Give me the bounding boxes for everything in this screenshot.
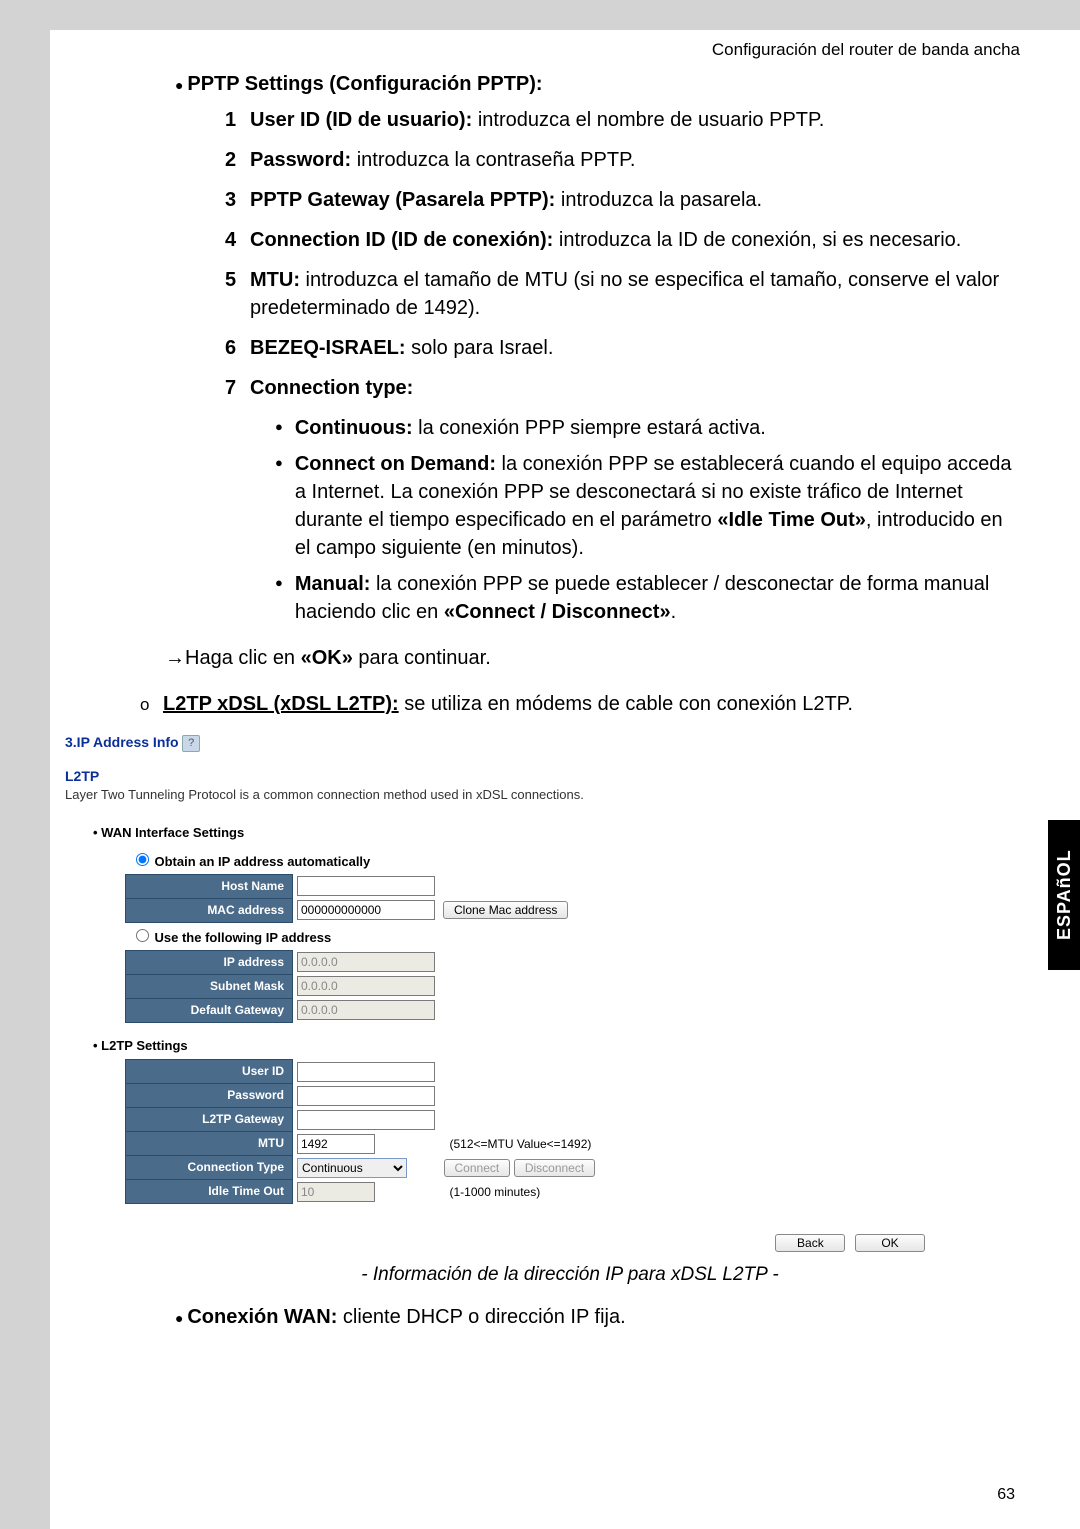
radio-manual-ip[interactable] <box>136 929 149 942</box>
conntype-select[interactable]: Continuous <box>297 1158 407 1178</box>
disconnect-button[interactable]: Disconnect <box>514 1159 595 1177</box>
idle-label: Idle Time Out <box>126 1180 293 1204</box>
item-1-text: introduzca el nombre de usuario PPTP. <box>472 109 824 131</box>
userid-input[interactable] <box>297 1062 435 1082</box>
host-name-input[interactable] <box>297 876 435 896</box>
l2tp-settings-header: L2TP Settings <box>93 1037 935 1055</box>
ok-button[interactable]: OK <box>855 1234 925 1252</box>
l2tp-heading-text: se utiliza en módems de cable con conexi… <box>399 693 853 715</box>
l2tp-gw-input[interactable] <box>297 1110 435 1130</box>
language-tab: ESPAñOL <box>1048 820 1080 970</box>
sub-demand-label: Connect on Demand: <box>295 453 496 475</box>
num-7: 7 <box>225 374 250 402</box>
mtu-label: MTU <box>126 1132 293 1156</box>
sub-demand-bold: «Idle Time Out» <box>717 509 866 531</box>
sub-continuous-label: Continuous: <box>295 417 413 439</box>
wan-conn-text: cliente DHCP o dirección IP fija. <box>337 1306 625 1328</box>
item-5-text: introduzca el tamaño de MTU (si no se es… <box>250 269 999 319</box>
gateway-label: Default Gateway <box>126 998 293 1022</box>
page-number: 63 <box>997 1486 1015 1504</box>
sub-continuous-text: la conexión PPP siempre estará activa. <box>413 417 766 439</box>
gateway-input <box>297 1000 435 1020</box>
l2tp-desc: Layer Two Tunneling Protocol is a common… <box>65 786 935 804</box>
item-7-label: Connection type: <box>250 377 413 399</box>
radio-auto-ip[interactable] <box>136 853 149 866</box>
conntype-label: Connection Type <box>126 1156 293 1180</box>
radio-auto-label: Obtain an IP address automatically <box>155 854 371 869</box>
num-6: 6 <box>225 334 250 362</box>
item-6-text: solo para Israel. <box>406 337 554 359</box>
num-2: 2 <box>225 146 250 174</box>
l2tp-gw-label: L2TP Gateway <box>126 1108 293 1132</box>
item-4-label: Connection ID (ID de conexión): <box>250 229 553 251</box>
pptp-title: PPTP Settings (Configuración PPTP): <box>187 73 542 95</box>
arrow-post: para continuar. <box>353 647 491 669</box>
help-icon[interactable]: ? <box>182 735 200 752</box>
l2tp-label: L2TP <box>65 767 935 787</box>
page-header: Configuración del router de banda ancha <box>60 40 1020 60</box>
item-1-label: User ID (ID de usuario): <box>250 109 472 131</box>
sub-manual-label: Manual: <box>295 573 371 595</box>
ip-label: IP address <box>126 950 293 974</box>
host-name-label: Host Name <box>126 874 293 898</box>
item-6-label: BEZEQ-ISRAEL: <box>250 337 406 359</box>
sub-manual-text2: . <box>671 601 677 623</box>
num-4: 4 <box>225 226 250 254</box>
o-marker: o <box>140 695 149 714</box>
connect-button[interactable]: Connect <box>444 1159 511 1177</box>
item-5-label: MTU: <box>250 269 300 291</box>
mac-label: MAC address <box>126 898 293 922</box>
item-4-text: introduzca la ID de conexión, si es nece… <box>553 229 961 251</box>
subnet-label: Subnet Mask <box>126 974 293 998</box>
wan-settings-header: WAN Interface Settings <box>93 824 935 842</box>
back-button[interactable]: Back <box>775 1234 845 1252</box>
num-5: 5 <box>225 266 250 322</box>
l2tp-heading: L2TP xDSL (xDSL L2TP): <box>163 693 399 715</box>
idle-hint: (1-1000 minutes) <box>450 1185 541 1199</box>
password-input[interactable] <box>297 1086 435 1106</box>
item-3-label: PPTP Gateway (Pasarela PPTP): <box>250 189 555 211</box>
figure-caption: - Información de la dirección IP para xD… <box>120 1262 1020 1289</box>
mtu-hint: (512<=MTU Value<=1492) <box>450 1137 592 1151</box>
password-label: Password <box>126 1084 293 1108</box>
mtu-input[interactable] <box>297 1134 375 1154</box>
ip-info-title: 3.IP Address Info <box>65 734 179 750</box>
wan-conn-label: Conexión WAN: <box>187 1306 337 1328</box>
arrow-ok: «OK» <box>301 647 353 669</box>
ip-input <box>297 952 435 972</box>
item-2-text: introduzca la contraseña PPTP. <box>351 149 635 171</box>
sub-manual-bold: «Connect / Disconnect» <box>444 601 671 623</box>
router-ui-panel: 3.IP Address Info ? L2TP Layer Two Tunne… <box>65 733 935 1252</box>
userid-label: User ID <box>126 1060 293 1084</box>
subnet-input <box>297 976 435 996</box>
item-2-label: Password: <box>250 149 351 171</box>
radio-manual-label: Use the following IP address <box>155 930 332 945</box>
item-3-text: introduzca la pasarela. <box>555 189 762 211</box>
mac-input[interactable] <box>297 900 435 920</box>
arrow-pre: →Haga clic en <box>165 647 301 669</box>
num-1: 1 <box>225 106 250 134</box>
idle-input <box>297 1182 375 1202</box>
num-3: 3 <box>225 186 250 214</box>
clone-mac-button[interactable]: Clone Mac address <box>443 901 568 919</box>
